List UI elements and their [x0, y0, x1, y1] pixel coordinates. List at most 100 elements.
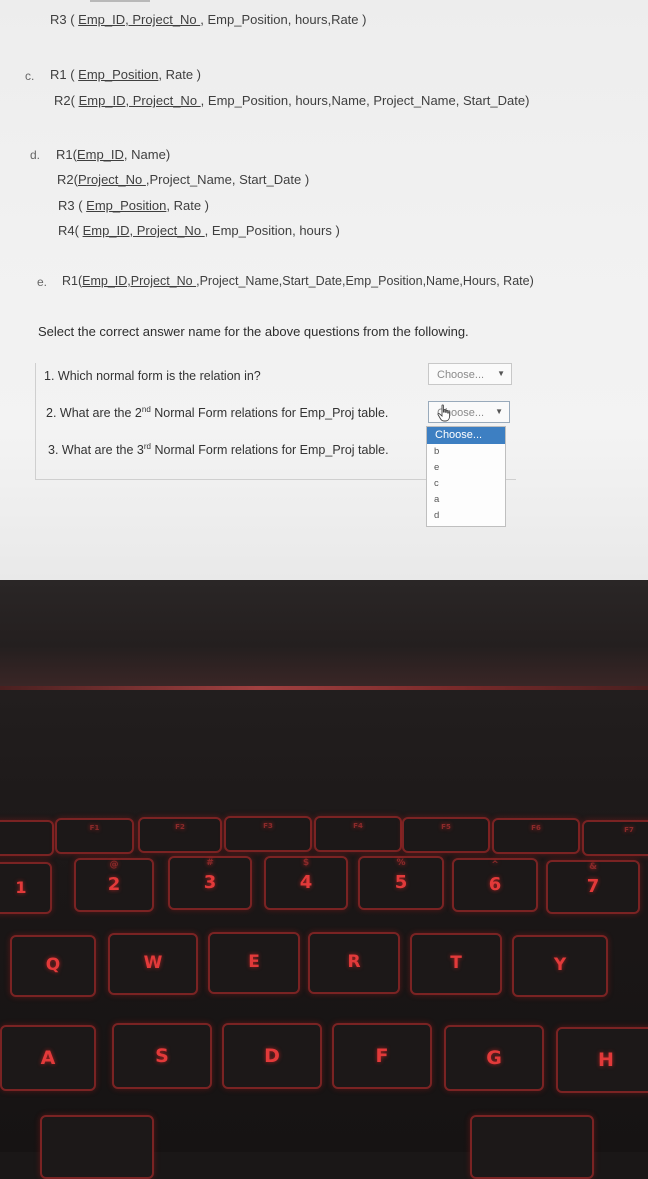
dropdown-option[interactable]: c [427, 476, 505, 492]
ordinal-suffix: rd [143, 442, 152, 451]
scroll-edge-line [90, 0, 150, 2]
dropdown-option-selected[interactable]: Choose... [427, 427, 505, 444]
key-legend: 4 [299, 872, 313, 893]
relation-c-r1: R1 ( Emp_Position, Rate ) [50, 67, 201, 82]
key-f: F [332, 1023, 432, 1089]
key-6: ^ 6 [452, 858, 538, 912]
relation-rest: ,Project_Name, Start_Date ) [145, 172, 310, 187]
key-symbol: % [396, 858, 406, 868]
key-legend: Q [45, 955, 61, 975]
key-bottom-right [470, 1115, 594, 1179]
relation-d-r2: R2(Project_No ,Project_Name, Start_Date … [57, 172, 309, 187]
key-f4: F4 [314, 816, 402, 852]
relation-rest: , Emp_Position, hours,Name, Project_Name… [200, 93, 530, 108]
relation-d-r1: R1(Emp_ID, Name) [56, 147, 170, 162]
relation-rest: , Name) [123, 147, 171, 162]
key-a: A [0, 1025, 96, 1091]
key-f5: F5 [402, 817, 490, 853]
question-text-part: 3. What are the 3 [48, 443, 144, 458]
hand-pointer-icon [437, 404, 451, 422]
relation-rest: ,Project_Name,Start_Date,Emp_Position,Na… [196, 274, 534, 288]
key-legend: T [450, 953, 462, 973]
key-legend: 5 [394, 872, 408, 893]
relation-key: Project_No [77, 172, 146, 187]
key-legend: D [264, 1045, 280, 1067]
dropdown-option[interactable]: d [427, 508, 505, 524]
key-s: S [112, 1023, 212, 1089]
key-legend: F6 [531, 824, 541, 832]
key-legend: F1 [89, 824, 100, 832]
keyboard-deck: F1 F2 F3 F4 F5 F6 F7 1 @2 #3 $4 % 5 ^ 6 & 7… [0, 690, 648, 1179]
relation-rest: , Rate ) [158, 67, 202, 82]
key-legend: 1 [15, 878, 27, 897]
key-legend: F2 [175, 823, 185, 831]
relation-prefix: R4( [58, 223, 83, 238]
key-5: % 5 [358, 856, 444, 910]
relation-prefix: R1 ( [50, 67, 79, 82]
relation-prefix: R2( [54, 93, 79, 108]
option-e-marker: e. [37, 275, 48, 289]
option-d-marker: d. [30, 148, 41, 162]
relation-key: Emp_Position [78, 67, 159, 82]
key-legend: S [155, 1045, 169, 1067]
key-legend: H [598, 1049, 614, 1071]
select-dropdown-list[interactable]: Choose... b e c a d [426, 426, 506, 527]
key-legend: 3 [203, 872, 217, 893]
key-g: G [444, 1025, 544, 1091]
instruction-text: Select the correct answer name for the a… [38, 324, 469, 339]
key-symbol: @ [109, 860, 119, 870]
relation-prefix: R3 ( [50, 12, 79, 27]
relation-e-r1: R1(Emp_ID,Project_No ,Project_Name,Start… [62, 274, 534, 288]
key-symbol: ^ [491, 860, 499, 870]
select-value: Choose... [437, 369, 485, 381]
question-3-text: 3. What are the 3rd Normal Form relation… [48, 442, 389, 457]
question-2-text: 2. What are the 2nd Normal Form relation… [46, 405, 388, 420]
key-symbol: # [206, 858, 214, 868]
dropdown-option[interactable]: a [427, 492, 505, 508]
key-t: T [410, 933, 502, 995]
key-legend: F7 [624, 826, 634, 834]
photographed-screen: R3 ( Emp_ID, Project_No , Emp_Position, … [0, 0, 648, 580]
question-1-text: 1. Which normal form is the relation in? [44, 369, 261, 383]
key-legend: F [375, 1045, 389, 1067]
key-q: Q [10, 935, 96, 997]
key-3: #3 [168, 856, 252, 910]
relation-d-r3: R3 ( Emp_Position, Rate ) [58, 198, 209, 213]
question-text-part: Normal Form relations for Emp_Proj table… [150, 406, 389, 421]
key-legend: 6 [488, 874, 502, 895]
key-legend: F5 [441, 823, 451, 831]
ordinal-suffix: nd [141, 405, 151, 414]
question-1-select[interactable]: Choose... ▼ [428, 363, 512, 385]
option-c-marker: c. [25, 69, 35, 83]
relation-key: Emp_ID, Project_No [82, 223, 205, 238]
dropdown-option[interactable]: b [427, 444, 505, 460]
relation-key: Emp_Position [86, 198, 167, 213]
key-e: E [208, 932, 300, 994]
key-legend: R [347, 952, 361, 972]
key-f6: F6 [492, 818, 580, 854]
question-text-part: Normal Form relations for Emp_Proj table… [151, 443, 389, 458]
key-f1: F1 [55, 818, 134, 854]
key-legend: 2 [107, 874, 121, 895]
relation-key: Emp_ID [76, 147, 124, 162]
key-1: 1 [0, 862, 52, 914]
dropdown-option[interactable]: e [427, 460, 505, 476]
key-fn-esc [0, 820, 54, 856]
key-legend: E [248, 952, 260, 972]
key-f7: F7 [582, 820, 648, 856]
laptop-bezel [0, 580, 648, 690]
chevron-down-icon: ▼ [497, 369, 505, 378]
key-2: @2 [74, 858, 154, 912]
relation-key: Emp_ID,Project_No [82, 274, 197, 288]
key-legend: Y [553, 955, 567, 975]
key-symbol: & [589, 862, 597, 872]
relation-c-r2: R2( Emp_ID, Project_No , Emp_Position, h… [54, 93, 529, 108]
key-legend: F3 [263, 822, 273, 830]
relation-rest: , Emp_Position, hours ) [204, 223, 340, 238]
relation-top-r3: R3 ( Emp_ID, Project_No , Emp_Position, … [50, 12, 366, 27]
key-legend: W [143, 953, 163, 973]
relation-rest: , Emp_Position, hours,Rate ) [200, 12, 367, 27]
key-f2: F2 [138, 817, 222, 853]
key-symbol: $ [302, 858, 310, 868]
key-legend: G [486, 1047, 502, 1069]
